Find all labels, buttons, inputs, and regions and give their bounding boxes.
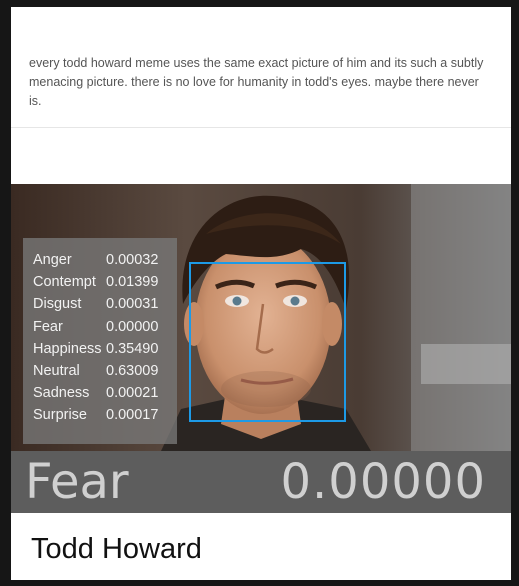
post-text: every todd howard meme uses the same exa… bbox=[29, 56, 484, 108]
emotion-row-sadness: Sadness 0.00021 bbox=[23, 382, 177, 404]
emotion-label: Anger bbox=[33, 252, 72, 268]
caption: Todd Howard bbox=[31, 533, 202, 565]
emotion-value: 0.00032 bbox=[106, 252, 159, 268]
emotion-row-anger: Anger 0.00032 bbox=[23, 249, 177, 271]
emotion-value: 0.00021 bbox=[106, 385, 159, 402]
emotion-label: Fear bbox=[33, 318, 63, 335]
emotion-value: 0.00000 bbox=[106, 318, 159, 335]
emotion-score: 0.00000 bbox=[280, 454, 486, 510]
emotion-label: Surprise bbox=[33, 407, 87, 424]
emotion-value: 0.00017 bbox=[106, 407, 159, 424]
detected-emotion: Fear bbox=[25, 454, 129, 510]
emotion-label: Contempt bbox=[33, 274, 96, 291]
emotion-row-neutral: Neutral 0.63009 bbox=[23, 360, 177, 382]
emotion-result-bar: Fear 0.00000 bbox=[11, 451, 511, 513]
emotion-scores-panel: Anger 0.00032 Contempt 0.01399 Disgust 0… bbox=[23, 238, 177, 444]
emotion-value: 0.63009 bbox=[106, 362, 159, 379]
emotion-label: Happiness bbox=[33, 340, 102, 357]
emotion-label: Disgust bbox=[33, 296, 82, 313]
emotion-row-disgust: Disgust 0.00031 bbox=[23, 293, 177, 315]
emotion-row-happiness: Happiness 0.35490 bbox=[23, 338, 177, 360]
emotion-row-contempt: Contempt 0.01399 bbox=[23, 271, 177, 293]
emotion-row-surprise: Surprise 0.00017 bbox=[23, 404, 177, 426]
meme-photo: Anger 0.00032 Contempt 0.01399 Disgust 0… bbox=[11, 184, 511, 451]
emotion-label: Sadness bbox=[33, 385, 90, 402]
meme-card: every todd howard meme uses the same exa… bbox=[11, 7, 511, 580]
emotion-value: 0.01399 bbox=[106, 274, 159, 291]
emotion-row-fear: Fear 0.00000 bbox=[23, 316, 177, 338]
divider bbox=[11, 127, 511, 128]
emotion-label: Neutral bbox=[33, 362, 80, 379]
face-detection-box bbox=[189, 262, 346, 422]
emotion-value: 0.35490 bbox=[106, 340, 159, 357]
emotion-value: 0.00031 bbox=[106, 296, 159, 313]
